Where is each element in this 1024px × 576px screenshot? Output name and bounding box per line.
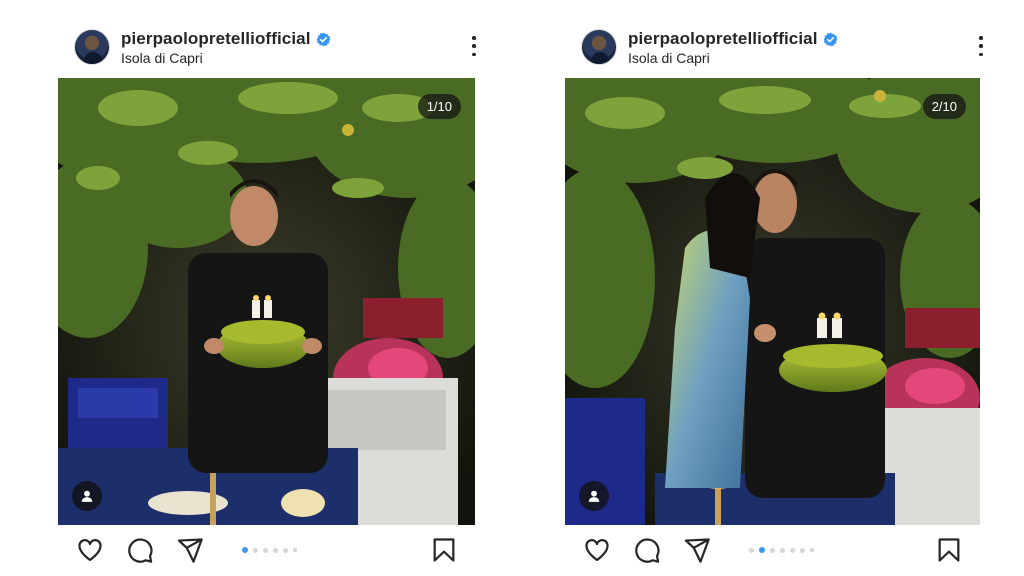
carousel-dot: [780, 547, 785, 553]
carousel-dots: [242, 547, 297, 553]
user-tag-icon[interactable]: [579, 481, 609, 511]
bookmark-icon[interactable]: [430, 536, 458, 564]
comment-icon[interactable]: [126, 536, 154, 564]
post-photo[interactable]: 1/10: [58, 78, 475, 525]
heart-icon[interactable]: [583, 536, 611, 564]
username[interactable]: pierpaolopretelliofficial: [121, 29, 311, 49]
post-header: pierpaolopretelliofficial Isola di Capri: [74, 26, 484, 70]
share-icon[interactable]: [176, 536, 204, 564]
avatar[interactable]: [581, 29, 617, 65]
comment-icon[interactable]: [633, 536, 661, 564]
carousel-dot: [759, 547, 765, 553]
carousel-dot: [242, 547, 248, 553]
user-tag-icon[interactable]: [72, 481, 102, 511]
carousel-dots: [749, 547, 814, 553]
carousel-dot: [770, 547, 775, 553]
carousel-dot: [749, 547, 754, 553]
carousel-dot: [263, 547, 268, 553]
post-header: pierpaolopretelliofficial Isola di Capri: [581, 26, 991, 70]
verified-badge-icon: [316, 32, 330, 46]
location-link[interactable]: Isola di Capri: [121, 50, 203, 66]
verified-badge-icon: [823, 32, 837, 46]
more-options-icon[interactable]: [971, 34, 991, 58]
carousel-dot: [800, 547, 805, 553]
action-bar: [583, 536, 983, 566]
username[interactable]: pierpaolopretelliofficial: [628, 29, 818, 49]
post-card-2: pierpaolopretelliofficial Isola di Capri: [565, 0, 1005, 576]
carousel-dot: [283, 547, 288, 553]
carousel-dot: [273, 547, 278, 553]
carousel-counter: 1/10: [417, 94, 461, 119]
heart-icon[interactable]: [76, 536, 104, 564]
carousel-counter: 2/10: [922, 94, 966, 119]
carousel-dot: [790, 547, 795, 553]
carousel-dot: [293, 548, 297, 552]
carousel-dot: [810, 548, 814, 552]
post-card-1: pierpaolopretelliofficial Isola di Capri: [58, 0, 498, 576]
bookmark-icon[interactable]: [935, 536, 963, 564]
post-photo[interactable]: 2/10: [565, 78, 980, 525]
location-link[interactable]: Isola di Capri: [628, 50, 710, 66]
action-bar: [76, 536, 476, 566]
more-options-icon[interactable]: [464, 34, 484, 58]
carousel-dot: [253, 547, 258, 553]
share-icon[interactable]: [683, 536, 711, 564]
avatar[interactable]: [74, 29, 110, 65]
